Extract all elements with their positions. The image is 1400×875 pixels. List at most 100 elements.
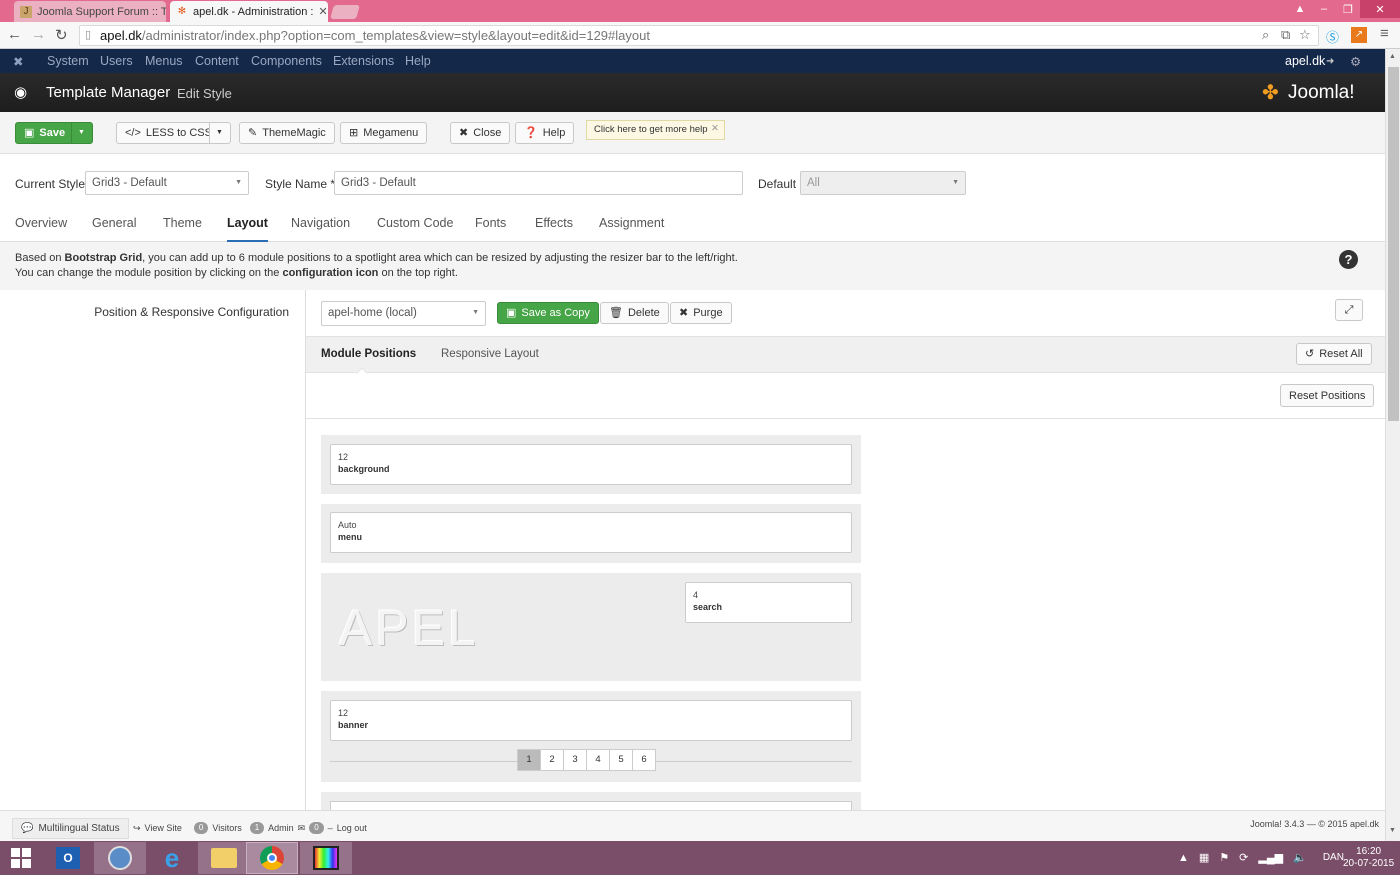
close-tab-icon[interactable]: ✕ [318,5,327,18]
tray-expand-icon[interactable]: ▲ [1178,852,1189,864]
new-tab-button[interactable] [330,5,360,19]
joomla-admin-nav: ✖ System Users Menus Content Components … [0,49,1385,73]
module-position-banner[interactable]: 12 banner [330,700,852,741]
bookmark-star-icon[interactable]: ☆ [1299,27,1311,43]
column-count-6[interactable]: 6 [632,749,656,771]
media-taskbar-button[interactable] [300,842,352,874]
less-dropdown-button[interactable]: ▼ [209,122,231,144]
nav-users[interactable]: Users [100,54,133,68]
network-icon[interactable]: ▂▄▆ [1258,851,1283,864]
fullscreen-button[interactable]: ⤢ [1335,299,1363,321]
layout-select[interactable]: apel-home (local) ▼ [321,301,486,326]
save-as-copy-button[interactable]: ▣ Save as Copy [497,302,599,324]
tab-effects[interactable]: Effects [535,216,573,230]
thunderbird-taskbar-button[interactable] [94,842,146,874]
volume-icon[interactable]: 🔈 [1293,851,1307,864]
menu-icon[interactable]: ≡ [1380,25,1389,42]
tab-fonts[interactable]: Fonts [475,216,506,230]
nav-menus[interactable]: Menus [145,54,183,68]
delete-button[interactable]: 🗑 Delete [600,302,669,324]
nav-content[interactable]: Content [195,54,239,68]
admin-label: Admin [268,823,294,833]
zoom-icon[interactable]: ⌕ [1262,27,1269,43]
scroll-down-icon[interactable]: ▼ [1389,827,1396,834]
clock[interactable]: 16:20 20-07-2015 [1343,846,1394,870]
column-count-3[interactable]: 3 [563,749,587,771]
logout-link[interactable]: Log out [337,823,367,833]
column-count-1[interactable]: 1 [517,749,541,771]
save-dropdown-button[interactable]: ▼ [71,122,93,144]
page-scrollbar[interactable]: ▲ ▼ [1385,49,1400,841]
language-indicator[interactable]: DAN [1323,852,1344,863]
tab-navigation[interactable]: Navigation [291,216,350,230]
module-position-menu[interactable]: Auto menu [330,512,852,553]
back-icon[interactable]: ← [7,26,22,43]
messages-count-badge: 0 [309,822,324,834]
reset-all-button[interactable]: ↺ Reset All [1296,343,1372,365]
grid-tray-icon[interactable]: ▦ [1199,851,1209,864]
multilingual-status-button[interactable]: 💬 Multilingual Status [12,818,129,839]
purge-button[interactable]: ✖ Purge [670,302,732,324]
subtab-module-positions[interactable]: Module Positions [321,348,416,360]
caret-down-icon: ▼ [216,129,223,136]
tab-layout[interactable]: Layout [227,216,268,243]
url-input[interactable]: ▯ apel.dk/administrator/index.php?option… [79,25,1319,46]
gear-icon[interactable]: ⚙ [1350,54,1361,69]
translate-icon[interactable]: ⧉ [1281,27,1290,43]
restore-icon[interactable]: ❐ [1336,0,1360,18]
column-count-2[interactable]: 2 [540,749,564,771]
close-window-icon[interactable]: ✕ [1360,0,1400,18]
reset-positions-button[interactable]: Reset Positions [1280,384,1375,407]
tab-custom-code[interactable]: Custom Code [377,216,453,230]
nav-components[interactable]: Components [251,54,322,68]
reload-icon[interactable]: ↻ [55,26,68,44]
ie-taskbar-button[interactable]: e [146,842,198,874]
module-position-partial[interactable] [330,801,852,810]
nav-system[interactable]: System [47,54,89,68]
tab-assignment[interactable]: Assignment [599,216,664,230]
tooltip-close-icon[interactable]: ✕ [711,120,719,138]
joomla-logo-icon[interactable]: ✖ [13,54,23,69]
minimize-icon[interactable]: – [1312,0,1336,18]
help-circle-icon[interactable]: ? [1339,250,1358,269]
close-button[interactable]: ✖ Close [450,122,511,144]
sync-icon[interactable]: ⟳ [1239,851,1248,864]
scrollbar-thumb[interactable] [1388,67,1399,421]
skype-icon[interactable]: Ⓢ [1326,27,1339,46]
view-site-link[interactable]: View Site [145,823,182,833]
module-position-background[interactable]: 12 background [330,444,852,485]
flag-icon[interactable]: ⚑ [1219,851,1229,864]
window-controls: ▲ – ❐ ✕ [1288,0,1400,18]
subtab-responsive-layout[interactable]: Responsive Layout [441,348,539,360]
extension-icon[interactable]: ↗ [1351,27,1367,43]
megamenu-button[interactable]: ⊞ Megamenu [340,122,428,144]
thememagic-button[interactable]: ✎ ThemeMagic [239,122,335,144]
nav-extensions[interactable]: Extensions [333,54,394,68]
explorer-taskbar-button[interactable] [198,842,250,874]
browser-tab-forum[interactable]: J Joomla Support Forum :: T ✕ [14,1,166,22]
module-position-search[interactable]: 4 search [685,582,852,623]
tab-general[interactable]: General [92,216,136,230]
brush-icon: ✎ [248,127,258,139]
browser-tab-admin[interactable]: ✻ apel.dk - Administration : ✕ [170,1,328,22]
chrome-taskbar-button[interactable] [246,842,298,874]
column-count-5[interactable]: 5 [609,749,633,771]
style-name-input[interactable]: Grid3 - Default [334,171,743,195]
site-link[interactable]: apel.dk [1285,54,1325,68]
start-button[interactable] [0,842,42,874]
nav-help[interactable]: Help [405,54,431,68]
scroll-up-icon[interactable]: ▲ [1389,53,1396,60]
column-count-4[interactable]: 4 [586,749,610,771]
browser-tab-title: apel.dk - Administration : [193,5,314,18]
help-button[interactable]: ❓ Help [515,122,575,144]
current-style-select[interactable]: Grid3 - Default ▼ [85,171,249,195]
forward-icon[interactable]: → [31,26,46,43]
tab-overview[interactable]: Overview [15,216,67,230]
default-select[interactable]: All ▼ [800,171,966,195]
position-size: 12 [338,708,349,718]
user-icon[interactable]: ▲ [1288,0,1312,18]
save-button[interactable]: ▣ Save [15,122,72,144]
outlook-taskbar-button[interactable]: O [42,842,94,874]
less-to-css-button[interactable]: </> LESS to CSS [116,122,212,144]
tab-theme[interactable]: Theme [163,216,202,230]
